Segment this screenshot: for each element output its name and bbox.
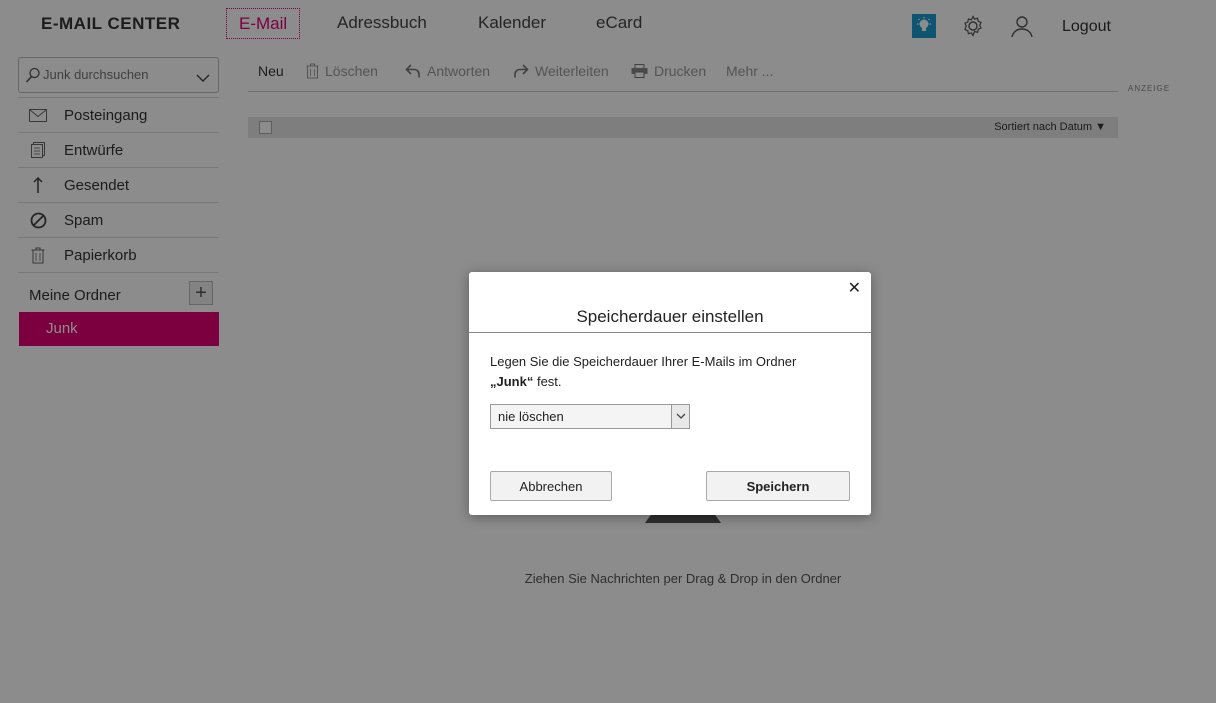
retention-dialog: ✕ Speicherdauer einstellen Legen Sie die… bbox=[469, 272, 871, 515]
dialog-divider bbox=[469, 332, 871, 333]
retention-select[interactable]: nie löschen bbox=[490, 404, 690, 429]
save-button[interactable]: Speichern bbox=[706, 471, 850, 501]
dialog-text-line1: Legen Sie die Speicherdauer Ihrer E-Mail… bbox=[490, 354, 797, 369]
dialog-title: Speicherdauer einstellen bbox=[576, 307, 764, 326]
chevron-down-icon[interactable] bbox=[671, 405, 689, 428]
dialog-text: Legen Sie die Speicherdauer Ihrer E-Mail… bbox=[490, 352, 820, 392]
close-icon[interactable]: ✕ bbox=[848, 278, 861, 298]
dialog-text-suffix: fest. bbox=[533, 374, 562, 389]
retention-select-value: nie löschen bbox=[498, 409, 564, 424]
cancel-button[interactable]: Abbrechen bbox=[490, 471, 612, 501]
dialog-folder-name: „Junk“ bbox=[490, 374, 534, 389]
